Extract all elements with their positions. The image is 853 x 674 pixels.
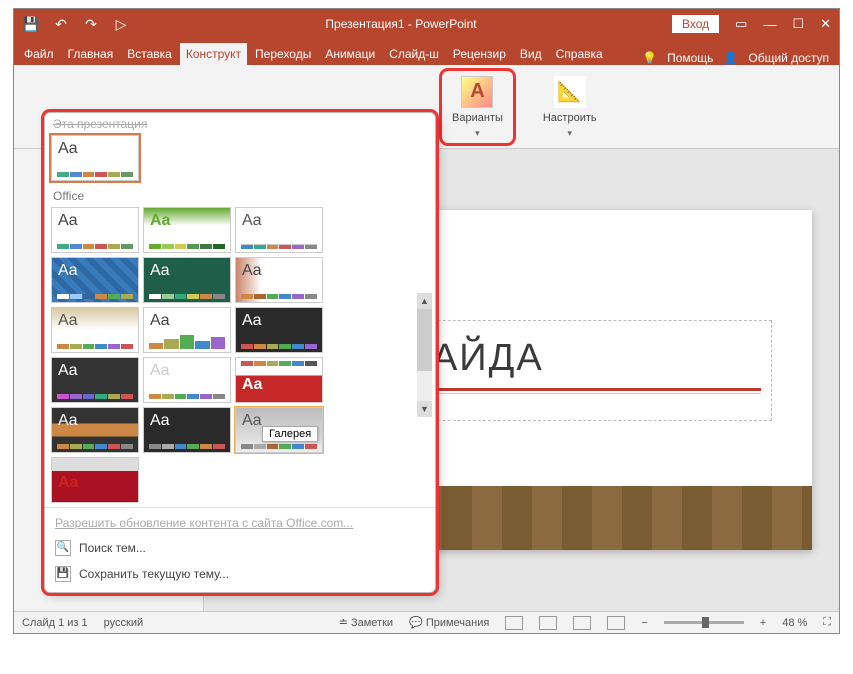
redo-icon[interactable]: ↷ xyxy=(82,15,100,33)
tab-design[interactable]: Конструкт xyxy=(180,43,247,65)
theme-thumb[interactable]: Aa xyxy=(51,207,139,253)
search-icon: 🔍 xyxy=(55,540,71,556)
theme-thumb-current[interactable]: Aa xyxy=(51,135,139,181)
ribbon-tabs: Файл Главная Вставка Конструкт Переходы … xyxy=(14,39,839,65)
tab-review[interactable]: Рецензир xyxy=(447,43,512,65)
zoom-out-icon[interactable]: − xyxy=(641,617,647,629)
theme-thumb[interactable]: Aa xyxy=(51,457,139,503)
slideshow-view-icon[interactable] xyxy=(607,616,625,630)
tab-home[interactable]: Главная xyxy=(62,43,120,65)
ribbon-options-icon[interactable]: ▭ xyxy=(735,16,747,32)
window-title: Презентация1 - PowerPoint xyxy=(130,17,672,31)
share-button[interactable]: Общий доступ xyxy=(748,51,829,65)
tab-file[interactable]: Файл xyxy=(18,43,60,65)
theme-thumb[interactable]: Aa xyxy=(235,307,323,353)
chevron-down-icon: ▾ xyxy=(475,128,480,139)
zoom-slider[interactable] xyxy=(664,621,744,624)
theme-thumb[interactable]: Aa xyxy=(143,307,231,353)
language-status[interactable]: русский xyxy=(104,617,143,629)
customize-icon: 📐 xyxy=(554,76,586,108)
titlebar: 💾 ↶ ↷ ▷ Презентация1 - PowerPoint Вход ▭… xyxy=(14,9,839,39)
start-slideshow-icon[interactable]: ▷ xyxy=(112,15,130,33)
theme-thumb[interactable]: Aa xyxy=(143,257,231,303)
theme-thumb[interactable]: Aa xyxy=(235,257,323,303)
scroll-up-icon[interactable]: ▲ xyxy=(417,293,432,309)
save-current-theme[interactable]: 💾Сохранить текущую тему... xyxy=(45,561,435,587)
variants-group[interactable]: A Варианты ▾ xyxy=(442,71,513,143)
slide-counter[interactable]: Слайд 1 из 1 xyxy=(22,617,88,629)
notes-button[interactable]: ≐ Заметки xyxy=(339,616,393,629)
browse-themes[interactable]: 🔍Поиск тем... xyxy=(45,535,435,561)
quick-access-toolbar: 💾 ↶ ↷ ▷ xyxy=(22,15,130,33)
sorter-view-icon[interactable] xyxy=(539,616,557,630)
login-button[interactable]: Вход xyxy=(672,15,719,33)
themes-dropdown: Эта презентация Aa Office Aa Aa Aa Aa Aa… xyxy=(44,112,436,593)
variants-icon: A xyxy=(461,76,493,108)
reading-view-icon[interactable] xyxy=(573,616,591,630)
close-icon[interactable]: ✕ xyxy=(820,16,831,32)
tab-view[interactable]: Вид xyxy=(514,43,548,65)
normal-view-icon[interactable] xyxy=(505,616,523,630)
save-icon: 💾 xyxy=(55,566,71,582)
theme-thumb[interactable]: Aa xyxy=(235,207,323,253)
undo-icon[interactable]: ↶ xyxy=(52,15,70,33)
share-icon[interactable]: 👤 xyxy=(723,51,738,65)
tab-transitions[interactable]: Переходы xyxy=(249,43,317,65)
section-current-label: Эта презентация xyxy=(45,113,435,131)
scroll-down-icon[interactable]: ▼ xyxy=(417,401,432,417)
tell-me-icon[interactable]: 💡 xyxy=(642,51,657,65)
theme-thumb[interactable]: Aa xyxy=(235,357,323,403)
theme-tooltip: Галерея xyxy=(262,426,318,442)
minimize-icon[interactable]: ― xyxy=(763,17,776,32)
customize-label: Настроить xyxy=(543,112,597,124)
fit-to-window-icon[interactable]: ⛶ xyxy=(823,616,831,629)
theme-thumb[interactable]: Aa xyxy=(51,357,139,403)
tell-me-label[interactable]: Помощь xyxy=(667,51,713,65)
theme-thumb[interactable]: Aa xyxy=(51,257,139,303)
zoom-level[interactable]: 48 % xyxy=(782,617,807,629)
theme-thumb[interactable]: Aa xyxy=(51,307,139,353)
theme-thumb[interactable]: Aa xyxy=(143,207,231,253)
tab-animations[interactable]: Анимаци xyxy=(319,43,381,65)
section-office-label: Office xyxy=(45,185,435,203)
statusbar: Слайд 1 из 1 русский ≐ Заметки 💬 Примеча… xyxy=(14,611,839,633)
theme-thumb[interactable]: Aa xyxy=(143,407,231,453)
zoom-in-icon[interactable]: + xyxy=(760,617,766,629)
dropdown-footer: Разрешить обновление контента с сайта Of… xyxy=(45,507,435,590)
variants-label: Варианты xyxy=(452,112,503,124)
enable-content-updates: Разрешить обновление контента с сайта Of… xyxy=(45,511,435,535)
theme-thumb[interactable]: Aa xyxy=(51,407,139,453)
gallery-scrollbar[interactable]: ▲ ▼ xyxy=(417,293,432,417)
customize-group[interactable]: 📐 Настроить ▾ xyxy=(533,71,607,143)
chevron-down-icon: ▾ xyxy=(567,128,572,139)
tab-insert[interactable]: Вставка xyxy=(121,43,178,65)
tab-slideshow[interactable]: Слайд-ш xyxy=(383,43,445,65)
save-icon[interactable]: 💾 xyxy=(22,15,40,33)
tab-help[interactable]: Справка xyxy=(550,43,609,65)
maximize-icon[interactable]: ☐ xyxy=(792,16,804,32)
comments-button[interactable]: 💬 Примечания xyxy=(409,616,489,629)
theme-thumb[interactable]: Aa xyxy=(143,357,231,403)
